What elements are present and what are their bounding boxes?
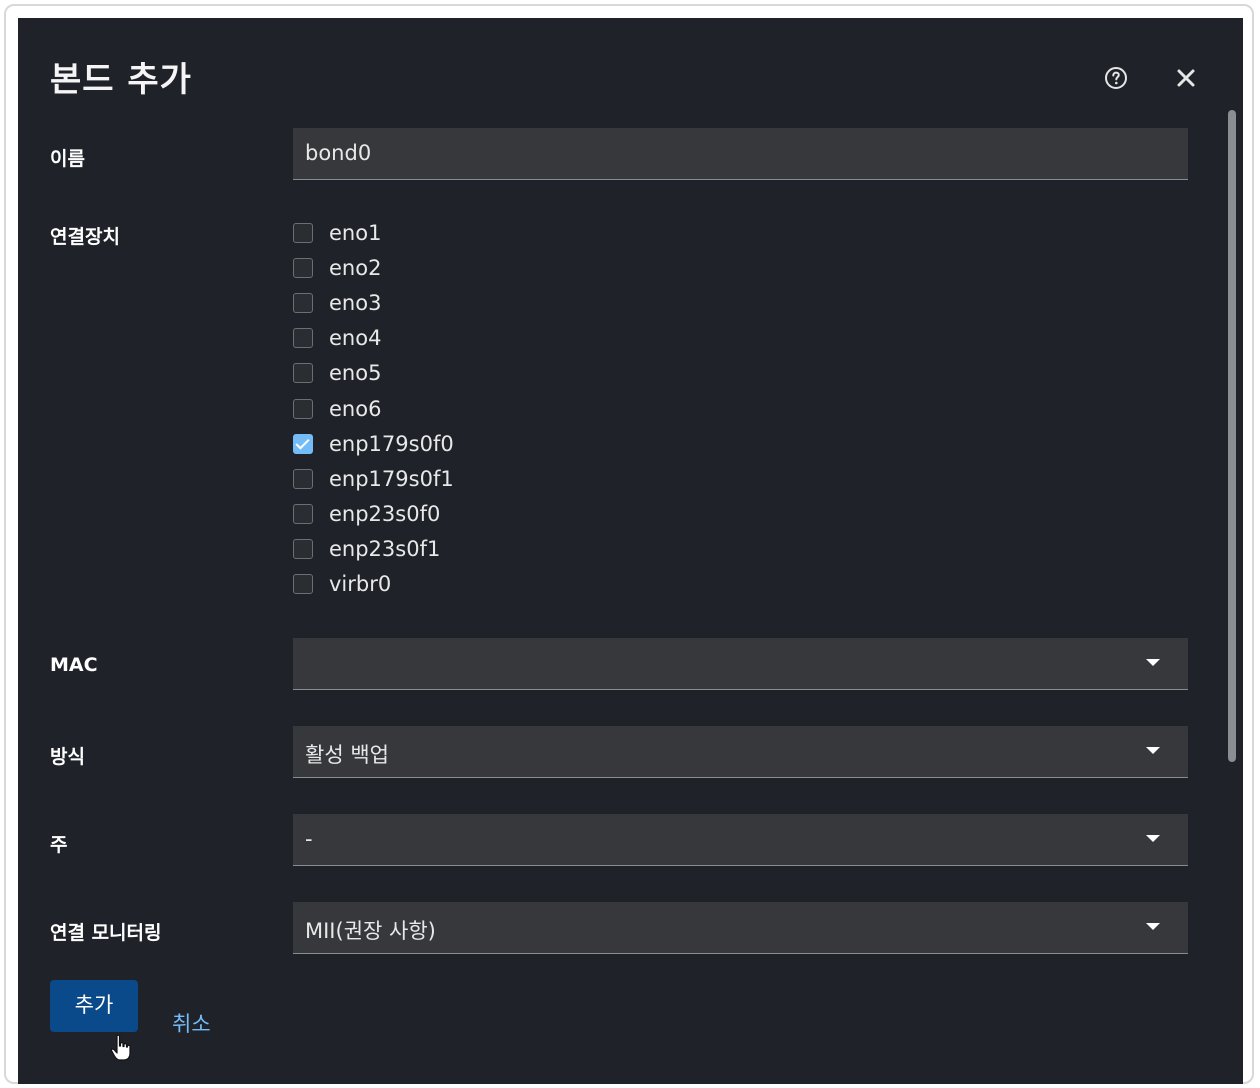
link-monitoring-label: 연결 모니터링 xyxy=(50,922,162,944)
dialog-title: 본드 추가 xyxy=(50,60,192,100)
port-checkbox-row[interactable]: eno2 xyxy=(293,253,381,283)
port-checkbox[interactable] xyxy=(293,293,313,314)
link-monitoring-select-value: MII(권장 사항) xyxy=(305,919,436,943)
port-checkbox[interactable] xyxy=(293,223,313,243)
chevron-down-icon xyxy=(1146,835,1160,842)
chevron-down-icon xyxy=(1146,923,1160,930)
chevron-down-icon xyxy=(1146,747,1160,754)
port-checkbox-label: virbr0 xyxy=(329,572,392,596)
name-input[interactable]: bond0 xyxy=(293,128,1188,180)
port-checkbox-label: eno2 xyxy=(329,256,382,281)
port-checkbox-row[interactable]: eno3 xyxy=(293,288,381,318)
port-checkbox-row[interactable]: eno1 xyxy=(293,218,381,248)
port-checkbox[interactable] xyxy=(293,363,313,384)
mode-label: 방식 xyxy=(50,746,85,768)
name-label: 이름 xyxy=(50,148,85,170)
port-checkbox-row[interactable]: enp23s0f1 xyxy=(293,534,440,564)
port-checkbox-label: enp23s0f0 xyxy=(329,501,441,526)
mac-label: MAC xyxy=(50,654,98,676)
chevron-down-icon xyxy=(1146,659,1160,666)
port-checkbox-row[interactable]: enp179s0f1 xyxy=(293,464,454,494)
port-checkbox-row[interactable]: eno4 xyxy=(293,323,381,353)
port-checkbox-label: enp179s0f1 xyxy=(329,466,454,491)
port-checkbox-label: eno3 xyxy=(329,291,382,316)
primary-select[interactable]: - xyxy=(293,814,1188,866)
port-checkbox-label: eno5 xyxy=(329,361,382,386)
cancel-button[interactable]: 취소 xyxy=(172,1008,211,1038)
link-monitoring-select[interactable]: MII(권장 사항) xyxy=(293,902,1188,954)
port-checkbox-label: eno1 xyxy=(329,221,382,245)
port-checkbox-label: enp179s0f0 xyxy=(329,431,454,456)
port-checkbox[interactable] xyxy=(293,503,313,524)
port-checkbox-row[interactable]: enp179s0f0 xyxy=(293,429,454,459)
port-checkbox-label: enp23s0f1 xyxy=(329,536,441,561)
port-checkbox[interactable] xyxy=(293,328,313,349)
port-checkbox[interactable] xyxy=(293,398,313,419)
mode-select[interactable]: 활성 백업 xyxy=(293,726,1188,778)
scrollbar[interactable] xyxy=(1228,110,1236,762)
port-checkbox-row[interactable]: enp23s0f0 xyxy=(293,499,440,529)
primary-select-value: - xyxy=(305,827,313,851)
mode-select-value: 활성 백업 xyxy=(305,743,389,767)
port-checkbox-row[interactable]: eno6 xyxy=(293,394,381,424)
ports-label: 연결장치 xyxy=(50,226,120,248)
primary-label: 주 xyxy=(50,834,68,856)
port-checkbox[interactable] xyxy=(293,538,313,559)
port-checkbox-row[interactable]: virbr0 xyxy=(293,569,391,599)
port-checkbox-row[interactable]: eno5 xyxy=(293,358,381,388)
mac-select[interactable] xyxy=(293,638,1188,690)
port-checkbox[interactable] xyxy=(293,433,313,454)
port-checkbox[interactable] xyxy=(293,468,313,489)
port-checkbox[interactable] xyxy=(293,574,313,594)
name-input-value: bond0 xyxy=(305,141,372,165)
add-button[interactable]: 추가 xyxy=(50,980,138,1032)
port-checkbox-label: eno4 xyxy=(329,326,382,351)
port-checkbox[interactable] xyxy=(293,258,313,279)
hand-pointer-icon xyxy=(110,1034,132,1062)
close-icon[interactable] xyxy=(1174,66,1198,90)
port-checkbox-label: eno6 xyxy=(329,396,382,421)
add-bond-dialog: 본드 추가 이름 bond0 연결장치 eno1 eno2 eno3 eno4 eno5… xyxy=(18,18,1243,1084)
help-circle-icon[interactable] xyxy=(1104,66,1128,90)
